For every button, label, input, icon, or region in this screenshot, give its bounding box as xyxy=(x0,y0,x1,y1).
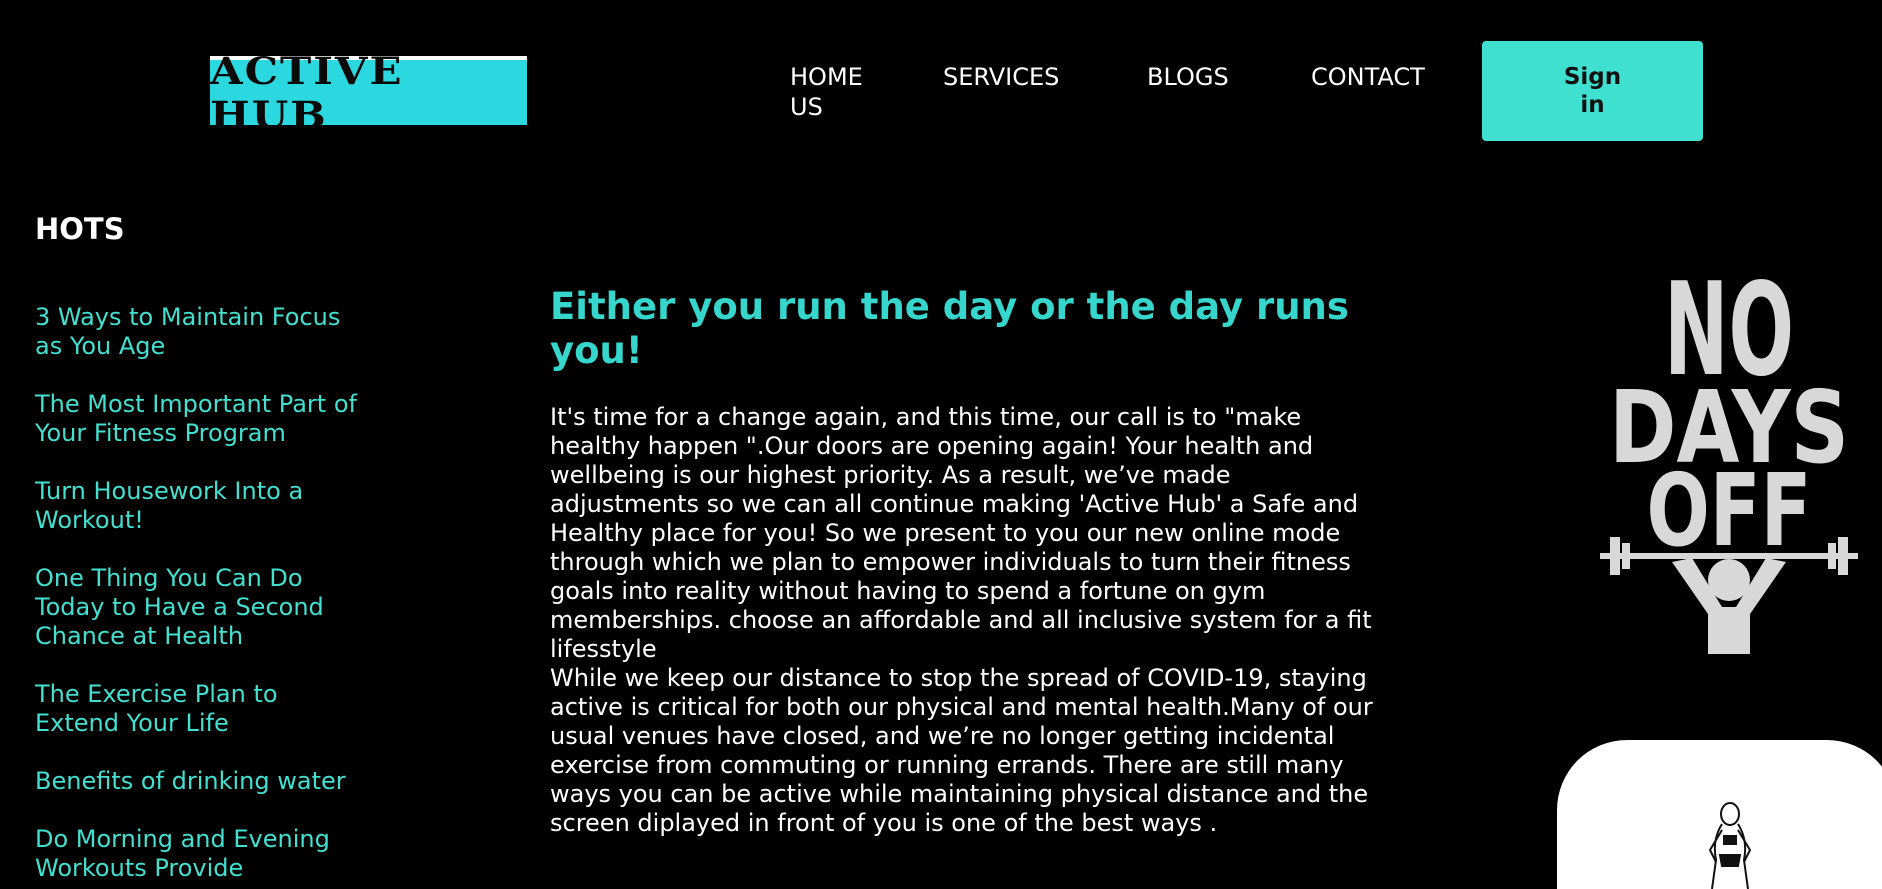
site-logo[interactable]: ACTIVE HUB xyxy=(210,48,527,137)
sidebar-link[interactable]: One Thing You Can Do Today to Have a Sec… xyxy=(35,564,365,651)
sidebar-link[interactable]: Do Morning and Evening Workouts Provide xyxy=(35,825,365,883)
lifter-figure-icon xyxy=(1672,558,1786,654)
sign-in-label: Sign in xyxy=(1563,64,1622,118)
main-headline: Either you run the day or the day runs y… xyxy=(550,285,1349,372)
workout-figure-icon xyxy=(1708,802,1752,889)
nav-blogs[interactable]: BLOGS xyxy=(1147,62,1229,92)
nav-contact[interactable]: CONTACT xyxy=(1311,62,1425,92)
sidebar-link[interactable]: Turn Housework Into a Workout! xyxy=(35,477,365,535)
nav-services[interactable]: SERVICES xyxy=(943,62,1059,92)
sidebar-link[interactable]: Benefits of drinking water xyxy=(35,767,365,796)
page: ACTIVE HUB HOME US SERVICES BLOGS CONTAC… xyxy=(0,0,1882,889)
sidebar-link[interactable]: The Exercise Plan to Extend Your Life xyxy=(35,680,365,738)
logo-text: ACTIVE HUB xyxy=(210,48,404,137)
sidebar-link[interactable]: The Most Important Part of Your Fitness … xyxy=(35,390,365,448)
poster-line-off: OFF xyxy=(1647,452,1812,569)
no-days-off-poster: NO DAYS OFF xyxy=(1600,262,1858,654)
sidebar-link[interactable]: 3 Ways to Maintain Focus as You Age xyxy=(35,303,365,361)
sign-in-button[interactable]: Sign in xyxy=(1482,41,1703,141)
main-body: It's time for a change again, and this t… xyxy=(550,403,1385,838)
nav-home-us[interactable]: HOME US xyxy=(790,62,890,122)
body-paragraph: While we keep our distance to stop the s… xyxy=(550,664,1373,837)
sidebar-title: HOTS xyxy=(35,212,125,246)
body-paragraph: It's time for a change again, and this t… xyxy=(550,403,1372,663)
sidebar-list: 3 Ways to Maintain Focus as You Age The … xyxy=(35,303,365,889)
